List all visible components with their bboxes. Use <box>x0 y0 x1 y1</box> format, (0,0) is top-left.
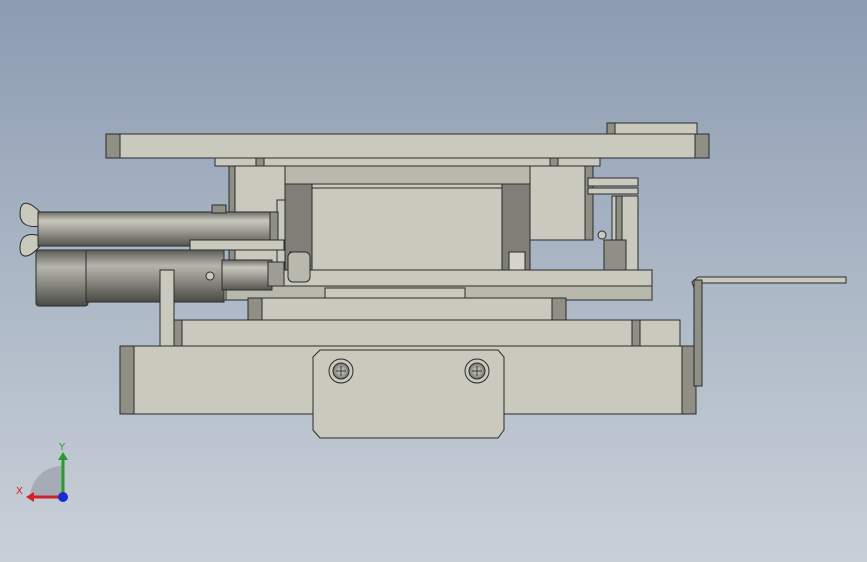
screw-left-icon <box>328 358 354 384</box>
top-plate <box>105 133 710 159</box>
lock-lever[interactable] <box>691 276 847 387</box>
cad-viewport[interactable]: Y X <box>0 0 867 562</box>
y-axis-label: Y <box>59 442 66 453</box>
top-plate-tab <box>606 122 698 135</box>
z-axis-dot-icon <box>58 492 68 502</box>
stage-assembly-model[interactable] <box>0 0 867 562</box>
right-bracket <box>529 165 586 241</box>
triad-plane-icon <box>30 466 62 498</box>
x-axis-label: X <box>16 486 23 497</box>
orientation-triad: Y X <box>12 440 82 510</box>
screw-right-icon <box>464 358 490 384</box>
